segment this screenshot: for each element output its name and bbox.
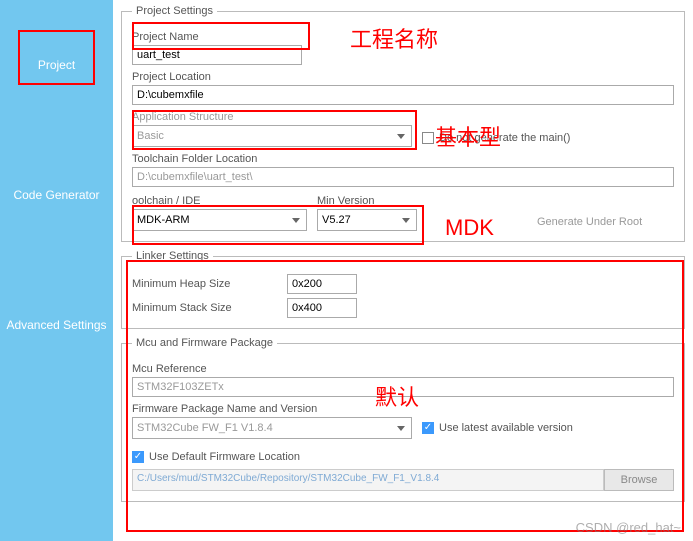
toolchain-folder-label: Toolchain Folder Location bbox=[132, 153, 674, 165]
stack-label: Minimum Stack Size bbox=[132, 302, 287, 314]
stack-input[interactable] bbox=[287, 298, 357, 318]
project-settings-legend: Project Settings bbox=[132, 5, 217, 17]
project-location-input[interactable] bbox=[132, 85, 674, 105]
browse-button[interactable]: Browse bbox=[604, 469, 674, 491]
mcu-legend: Mcu and Firmware Package bbox=[132, 337, 277, 349]
app-structure-select[interactable]: Basic bbox=[132, 125, 412, 147]
project-name-input[interactable] bbox=[132, 45, 302, 65]
min-version-select[interactable]: V5.27 bbox=[317, 209, 417, 231]
app-structure-label: Application Structure bbox=[132, 111, 412, 123]
project-location-label: Project Location bbox=[132, 71, 674, 83]
dont-generate-main-checkbox[interactable]: Do not generate the main() bbox=[422, 132, 570, 144]
toolchain-select[interactable]: MDK-ARM bbox=[132, 209, 307, 231]
sidebar: Project Code Generator Advanced Settings bbox=[0, 0, 113, 541]
main-panel: Project Settings Project Name Project Lo… bbox=[113, 0, 693, 515]
check-icon: ✓ bbox=[422, 422, 434, 434]
check-icon: ✓ bbox=[132, 451, 144, 463]
fw-package-select[interactable]: STM32Cube FW_F1 V1.8.4 bbox=[132, 417, 412, 439]
use-latest-checkbox[interactable]: ✓ Use latest available version bbox=[422, 422, 573, 434]
linker-settings-fieldset: Linker Settings Minimum Heap Size Minimu… bbox=[121, 250, 685, 329]
firmware-path-input: C:/Users/mud/STM32Cube/Repository/STM32C… bbox=[132, 469, 604, 491]
sidebar-item-project[interactable]: Project bbox=[0, 0, 113, 130]
mcu-reference-label: Mcu Reference bbox=[132, 363, 674, 375]
min-version-label: Min Version bbox=[317, 195, 417, 207]
project-settings-fieldset: Project Settings Project Name Project Lo… bbox=[121, 5, 685, 242]
fw-package-label: Firmware Package Name and Version bbox=[132, 403, 674, 415]
generate-under-root-checkbox: Generate Under Root bbox=[537, 216, 642, 228]
toolchain-label: oolchain / IDE bbox=[132, 195, 307, 207]
toolchain-folder-input bbox=[132, 167, 674, 187]
sidebar-item-advanced-settings[interactable]: Advanced Settings bbox=[0, 260, 113, 390]
heap-label: Minimum Heap Size bbox=[132, 278, 287, 290]
watermark: CSDN @red_hat~ bbox=[576, 520, 681, 535]
project-name-label: Project Name bbox=[132, 31, 674, 43]
checkbox-icon bbox=[422, 132, 434, 144]
mcu-fieldset: Mcu and Firmware Package Mcu Reference F… bbox=[121, 337, 685, 502]
heap-input[interactable] bbox=[287, 274, 357, 294]
sidebar-item-code-generator[interactable]: Code Generator bbox=[0, 130, 113, 260]
mcu-reference-input bbox=[132, 377, 674, 397]
use-default-location-checkbox[interactable]: ✓ Use Default Firmware Location bbox=[132, 451, 300, 463]
linker-settings-legend: Linker Settings bbox=[132, 250, 213, 262]
